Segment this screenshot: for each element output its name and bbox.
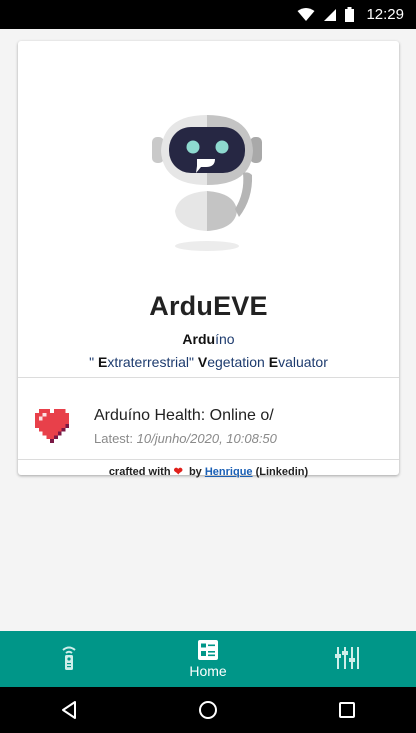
acronym-v-rest: egetation [207,354,269,370]
pixel-heart-icon [35,409,70,443]
latest-timestamp: 10/junho/2020, 10:08:50 [136,431,277,446]
battery-icon [345,7,355,22]
credit-by: by [188,466,202,478]
heart-icon: ❤ [173,466,183,478]
latest-label: Latest: [94,431,134,446]
health-status: Arduíno Health: Online o/ [94,407,274,424]
nav-item-settings[interactable] [277,631,416,687]
subtitle-arduino-bold: Ardu [182,331,216,347]
bottom-navigation: Home [0,631,416,687]
subtitle-acronym: " Extraterrestrial" Vegetation Evaluator [18,354,399,370]
signal-icon [324,8,337,21]
divider [18,377,399,378]
subtitle-arduino: Arduíno [18,331,399,347]
home-page: ArduEVE Arduíno " Extraterrestrial" Vege… [0,29,416,631]
nav-item-home[interactable]: Home [139,631,278,687]
divider [18,459,399,460]
acronym-quote: " [89,354,98,370]
nav-item-remote[interactable] [0,631,139,687]
info-card: ArduEVE Arduíno " Extraterrestrial" Vege… [18,41,399,478]
acronym-v: V [197,354,208,370]
nav-label-home: Home [189,662,227,679]
author-link[interactable]: Henrique [205,466,253,478]
recents-icon[interactable] [338,701,356,719]
health-latest: Latest: 10/junho/2020, 10:08:50 [94,431,277,446]
credit-suffix: (Linkedin) [255,466,309,478]
acronym-e1-rest: xtraterrestrial" [107,354,198,370]
acronym-e1: E [97,354,108,370]
system-navigation-bar [0,687,416,733]
home-circle-icon[interactable] [198,700,218,720]
robot-mascot-icon [152,115,262,251]
wifi-icon [297,7,315,21]
status-bar: 12:29 [0,0,416,29]
dashboard-icon [198,639,218,660]
remote-icon [62,646,76,670]
credit-line: crafted with ❤ by Henrique (Linkedin) [18,465,399,478]
sliders-icon [334,646,359,669]
clock: 12:29 [366,6,404,23]
back-icon[interactable] [60,700,78,720]
subtitle-arduino-rest: íno [215,331,235,347]
credit-prefix: crafted with [108,466,171,478]
app-title: ArduEVE [149,291,268,321]
acronym-e2-rest: valuator [278,354,328,370]
acronym-e2: E [268,354,279,370]
